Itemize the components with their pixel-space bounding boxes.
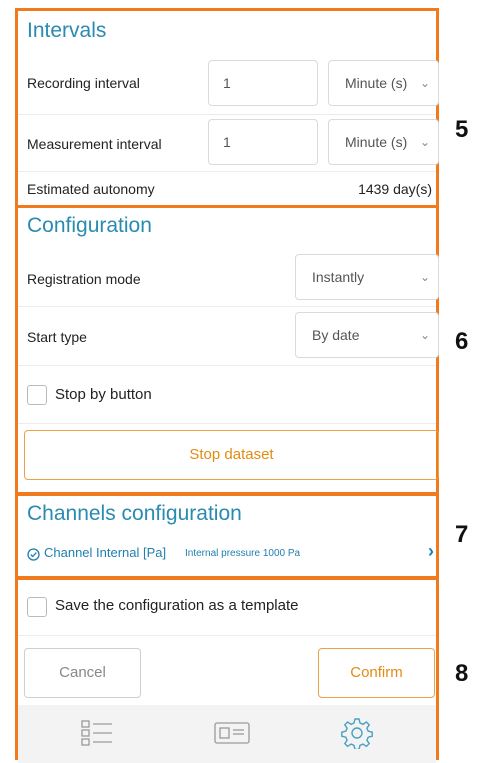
list-icon[interactable] [81,719,114,747]
chevron-down-icon: ⌄ [419,270,430,284]
configuration-title: Configuration [27,214,152,237]
marker-5: 5 [455,116,469,143]
registration-mode-label: Registration mode [27,271,141,287]
divider [18,635,436,636]
divider [18,114,436,115]
recording-interval-unit-select[interactable]: Minute (s) ⌄ [328,60,439,106]
check-circle-icon [27,548,40,561]
stop-dataset-button[interactable]: Stop dataset [24,430,439,480]
estimated-autonomy-value: 1439 day(s) [358,181,432,197]
channels-title: Channels configuration [27,502,242,525]
intervals-title: Intervals [27,19,107,42]
start-type-value: By date [312,327,360,343]
intervals-panel: Intervals Recording interval 1 Minute (s… [15,8,439,208]
footer-panel: Save the configuration as a template Can… [15,577,439,763]
channel-name: Channel Internal [Pa] [44,545,167,560]
divider [18,365,436,366]
recording-interval-label: Recording interval [27,75,140,91]
recording-interval-unit-value: Minute (s) [345,75,408,91]
measurement-interval-unit-select[interactable]: Minute (s) ⌄ [328,119,439,165]
channels-panel: Channels configuration Channel Internal … [15,493,439,579]
divider [18,171,436,172]
save-template-label: Save the configuration as a template [55,597,299,614]
start-type-select[interactable]: By date ⌄ [295,312,439,358]
confirm-button[interactable]: Confirm [318,648,435,698]
chevron-down-icon: ⌄ [419,328,430,342]
bottom-nav-bar [18,705,436,763]
measurement-interval-unit-value: Minute (s) [345,134,408,150]
cancel-button[interactable]: Cancel [24,648,141,698]
registration-mode-select[interactable]: Instantly ⌄ [295,254,439,300]
measurement-interval-input[interactable]: 1 [208,119,318,165]
chevron-right-icon: › [428,541,434,561]
channel-description: Internal pressure 1000 Pa [185,548,301,559]
card-icon[interactable] [214,719,250,745]
divider [18,306,436,307]
measurement-interval-label: Measurement interval [27,136,162,152]
chevron-down-icon: ⌄ [419,135,430,149]
divider [18,423,436,424]
registration-mode-value: Instantly [312,269,365,285]
chevron-down-icon: ⌄ [419,76,430,90]
channel-list-item[interactable]: Channel Internal [Pa] Internal pressure … [27,541,434,568]
settings-icon[interactable] [341,717,373,749]
marker-6: 6 [455,328,469,355]
estimated-autonomy-label: Estimated autonomy [27,181,155,197]
save-template-checkbox[interactable] [27,597,47,617]
stop-by-button-label: Stop by button [55,386,152,403]
stop-by-button-checkbox[interactable] [27,385,47,405]
start-type-label: Start type [27,329,87,345]
marker-7: 7 [455,521,469,548]
recording-interval-input[interactable]: 1 [208,60,318,106]
marker-8: 8 [455,660,469,687]
configuration-panel: Configuration Registration mode Instantl… [15,205,439,495]
